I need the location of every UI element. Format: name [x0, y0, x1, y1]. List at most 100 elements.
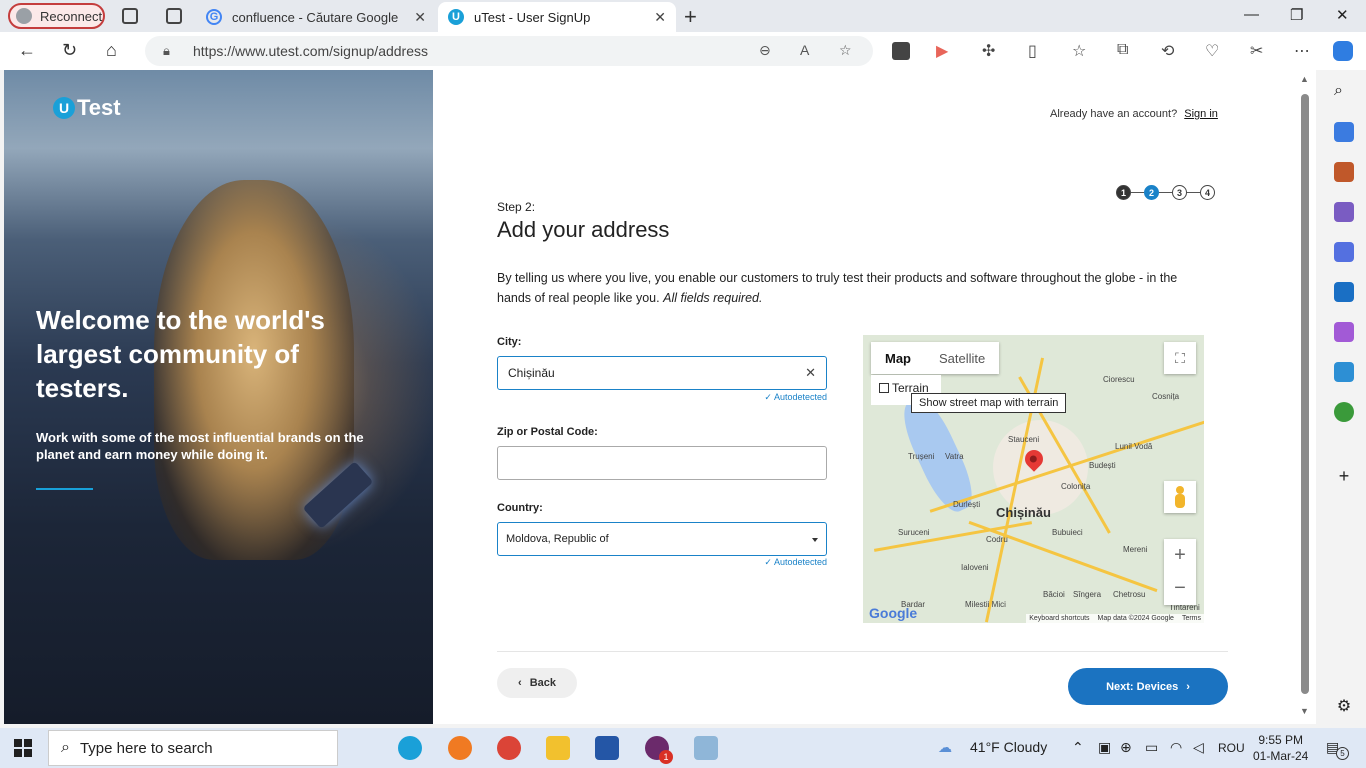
close-icon[interactable]: ✕ — [654, 9, 666, 26]
terms-link[interactable]: Terms — [1182, 615, 1201, 622]
scroll-up-icon[interactable]: ▲ — [1300, 74, 1309, 84]
address-bar[interactable]: 🔒︎ https://www.utest.com/signup/address … — [145, 36, 873, 66]
zoom-icon[interactable]: ⊖ — [759, 42, 771, 59]
home-icon[interactable]: ⌂ — [106, 40, 117, 61]
clock[interactable]: 9:55 PM 01-Mar-24 — [1253, 732, 1308, 764]
keyboard-shortcuts-link[interactable]: Keyboard shortcuts — [1029, 615, 1089, 622]
tree-icon[interactable] — [1334, 402, 1354, 422]
map-type-control: Map Satellite — [871, 342, 1000, 374]
place-label: Ciorescu — [1103, 375, 1135, 384]
settings-gear-icon[interactable]: ⚙ — [1334, 696, 1354, 716]
windows-start-icon[interactable] — [14, 739, 32, 757]
zoom-out-button[interactable]: − — [1164, 572, 1196, 605]
powershell-icon[interactable] — [595, 736, 619, 760]
chevron-up-icon[interactable]: ⌃ — [1072, 739, 1084, 756]
minimize-icon[interactable]: — — [1244, 6, 1259, 23]
tray-app-icon[interactable]: ▣ — [1098, 739, 1111, 756]
zoom-in-button[interactable]: + — [1164, 539, 1196, 572]
utest-logo[interactable]: U Test — [53, 95, 121, 121]
form-divider — [497, 651, 1228, 652]
send-icon[interactable] — [1334, 362, 1354, 382]
step-connector — [1187, 192, 1200, 193]
history-icon[interactable]: ⟲ — [1161, 41, 1174, 61]
back-button[interactable]: ‹ Back — [497, 668, 577, 698]
read-aloud-icon[interactable]: A — [800, 42, 809, 58]
volume-icon[interactable]: ◁ — [1193, 739, 1204, 756]
tools-icon[interactable] — [1334, 162, 1354, 182]
tab-actions-icon[interactable] — [166, 8, 182, 24]
file-explorer-icon[interactable] — [546, 736, 570, 760]
more-menu-icon[interactable]: ⋯ — [1294, 41, 1310, 61]
zip-input[interactable] — [497, 446, 827, 480]
map-attribution: Keyboard shortcuts Map data ©2024 Google… — [1026, 614, 1204, 623]
favorites-icon[interactable]: ☆ — [1072, 41, 1086, 61]
extensions-icon[interactable]: ✣ — [982, 41, 995, 61]
zoom-control: + − — [1164, 539, 1196, 605]
collections-icon[interactable]: ⧉ — [1117, 41, 1128, 59]
taskbar-search[interactable]: ⌕ Type here to search — [48, 730, 338, 766]
scroll-thumb[interactable] — [1301, 94, 1309, 694]
next-button[interactable]: Next: Devices › — [1068, 668, 1228, 705]
country-select[interactable]: Moldova, Republic of — [497, 522, 827, 556]
weather-icon[interactable]: ☁ — [938, 739, 952, 756]
wifi-icon[interactable]: ◠ — [1170, 739, 1182, 756]
tab-utest[interactable]: U uTest - User SignUp ✕ — [438, 2, 676, 32]
screenshot-icon[interactable]: ✂ — [1250, 41, 1263, 61]
shopping-icon[interactable] — [1334, 122, 1354, 142]
slack-icon[interactable]: 1 — [645, 736, 673, 764]
next-label: Next: Devices — [1106, 680, 1179, 693]
add-icon[interactable]: + — [1334, 466, 1354, 486]
fullscreen-icon[interactable]: ⛶ — [1164, 342, 1196, 374]
browser-titlebar: Reconnect G confluence - Căutare Google … — [0, 0, 1366, 32]
hero-subtext: Work with some of the most influential b… — [36, 430, 364, 462]
copilot-icon[interactable] — [1333, 41, 1353, 61]
designer-icon[interactable] — [1334, 322, 1354, 342]
weather-text[interactable]: 41°F Cloudy — [970, 739, 1047, 755]
reconnect-label: Reconnect — [40, 8, 103, 24]
signin-link[interactable]: Sign in — [1184, 108, 1218, 120]
hero-panel: U Test Welcome to the world's largest co… — [4, 70, 433, 724]
reconnect-button[interactable]: Reconnect — [8, 3, 105, 29]
profile-avatar — [16, 8, 32, 24]
street-view-pegman-icon[interactable] — [1164, 481, 1196, 513]
split-screen-icon[interactable]: ▯ — [1028, 41, 1037, 61]
new-tab-button[interactable]: + — [684, 4, 697, 30]
task-view-icon[interactable] — [350, 736, 374, 760]
scroll-down-icon[interactable]: ▼ — [1300, 706, 1309, 716]
microsoft365-icon[interactable] — [1334, 242, 1354, 262]
chrome-icon[interactable] — [497, 736, 521, 760]
map-tab[interactable]: Map — [871, 342, 925, 374]
place-label: Codru — [986, 535, 1008, 544]
outlook-icon[interactable] — [1334, 282, 1354, 302]
record-icon[interactable]: ▶ — [936, 41, 948, 61]
favorite-star-icon[interactable]: ☆ — [839, 42, 852, 59]
search-icon[interactable]: ⌕ — [1334, 82, 1354, 102]
clear-icon[interactable]: ✕ — [805, 365, 816, 381]
refresh-icon[interactable]: ↻ — [62, 40, 77, 61]
firefox-icon[interactable] — [448, 736, 472, 760]
chevron-left-icon: ‹ — [518, 677, 522, 689]
city-input[interactable]: Chișinău ✕ — [497, 356, 827, 390]
satellite-tab[interactable]: Satellite — [925, 342, 999, 374]
tab-title: confluence - Căutare Google — [232, 9, 399, 25]
tab-title: uTest - User SignUp — [474, 9, 591, 25]
close-window-icon[interactable]: ✕ — [1336, 6, 1349, 24]
games-icon[interactable] — [1334, 202, 1354, 222]
close-icon[interactable]: ✕ — [414, 9, 426, 26]
back-arrow-icon[interactable]: ← — [18, 40, 36, 61]
page-scrollbar[interactable]: ▲ ▼ — [1294, 70, 1316, 724]
location-map[interactable]: Stauceni Trușeni Vatra Budești Colonița … — [863, 335, 1204, 623]
step-2: 2 — [1144, 185, 1159, 200]
language-indicator[interactable]: ROU — [1218, 741, 1245, 755]
battery-icon[interactable]: ▭ — [1145, 739, 1158, 756]
app-icon[interactable] — [694, 736, 718, 760]
workspaces-icon[interactable] — [122, 8, 138, 24]
network-vpn-icon[interactable]: ⊕ — [1120, 739, 1132, 756]
selenium-icon[interactable] — [892, 42, 910, 60]
tab-google[interactable]: G confluence - Căutare Google ✕ — [196, 2, 436, 32]
zip-label: Zip or Postal Code: — [497, 426, 598, 438]
edge-taskbar-icon[interactable] — [398, 736, 422, 760]
notifications-icon[interactable]: ▤ 5 — [1326, 739, 1349, 760]
performance-icon[interactable]: ♡ — [1205, 41, 1219, 61]
restore-icon[interactable]: ❐ — [1290, 6, 1303, 24]
